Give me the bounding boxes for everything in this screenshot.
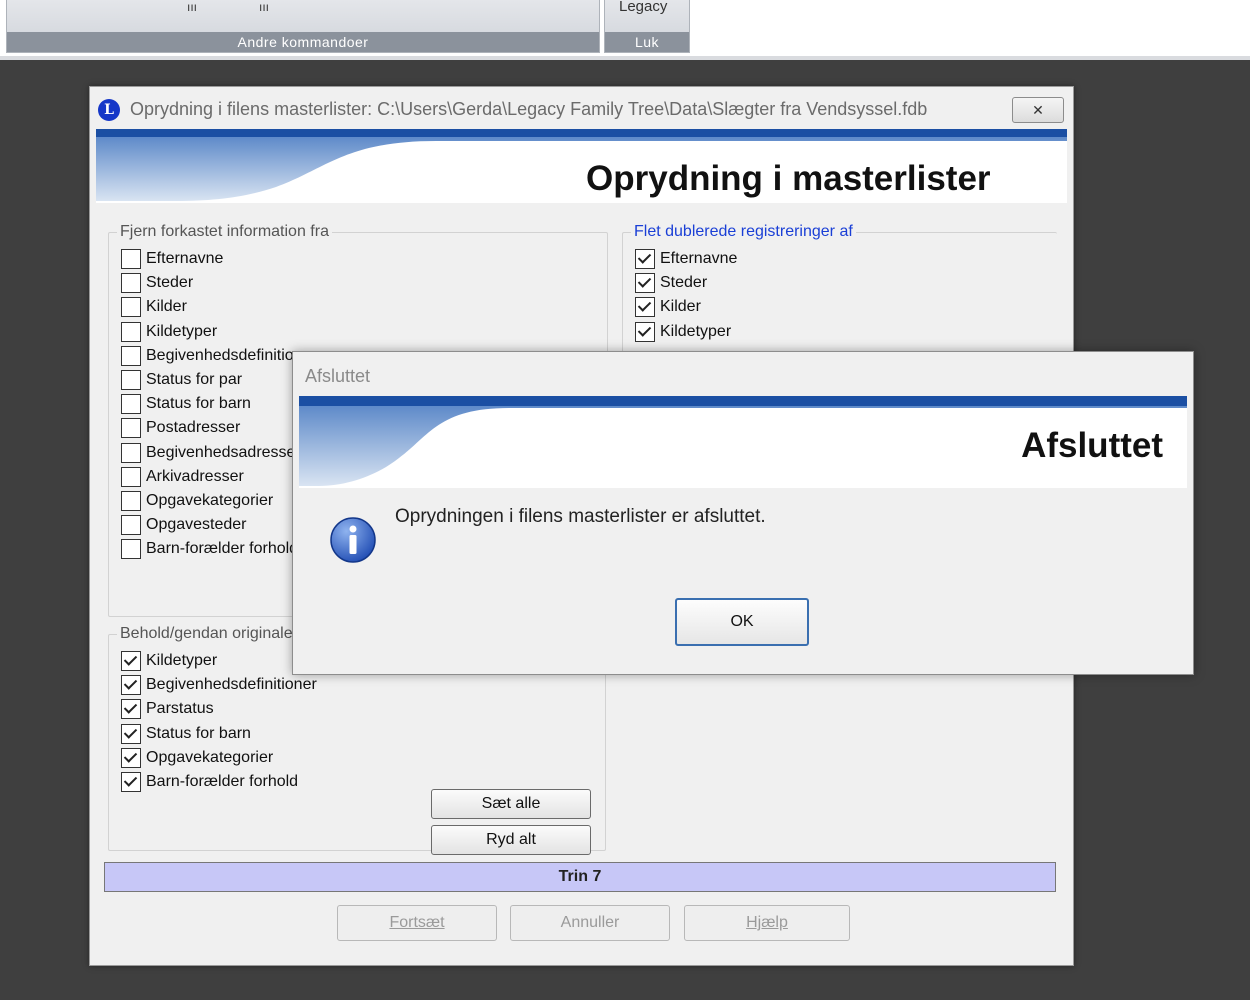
ribbon-fragment: ııı	[187, 0, 198, 14]
keep-checkbox[interactable]	[121, 747, 141, 768]
keep-option[interactable]: Parstatus	[121, 699, 214, 721]
keep-option[interactable]: Status for barn	[121, 723, 251, 746]
ok-button[interactable]: OK	[675, 598, 809, 646]
remove-option[interactable]: Begivenhedsadresser	[121, 442, 301, 465]
remove-checkbox[interactable]	[121, 273, 141, 294]
remove-option-label: Status for barn	[146, 395, 251, 413]
modal-message: Oprydningen i filens masterlister er afs…	[395, 506, 766, 527]
ribbon-fragment: ııı	[259, 0, 270, 14]
keep-checkbox[interactable]	[121, 675, 141, 696]
keep-option-label: Kildetyper	[146, 652, 218, 669]
remove-option[interactable]: Begivenhedsdefinitioner	[121, 345, 317, 368]
remove-option[interactable]: Kildetyper	[121, 321, 218, 344]
remove-option-label: Steder	[146, 274, 194, 292]
info-icon	[330, 517, 376, 563]
remove-option-label: Kilder	[146, 298, 187, 316]
keep-option-label: Parstatus	[146, 700, 214, 718]
set-all-button[interactable]: Sæt alle	[431, 789, 591, 819]
ribbon-group-label-other: Andre kommandoer	[7, 32, 599, 52]
remove-checkbox[interactable]	[121, 466, 141, 487]
merge-option-label: Efternavne	[660, 250, 738, 267]
legacy-app-icon: L	[98, 99, 120, 121]
clear-all-button[interactable]: Ryd alt	[431, 825, 591, 855]
dialog-title: Oprydning i filens masterlister: C:\User…	[130, 99, 928, 119]
remove-option-label: Kildetyper	[146, 322, 218, 340]
remove-checkbox[interactable]	[121, 249, 141, 269]
keep-option[interactable]: Begivenhedsdefinitioner	[121, 675, 317, 697]
remove-option[interactable]: Opgavekategorier	[121, 491, 273, 513]
remove-checkbox[interactable]	[121, 442, 141, 463]
merge-option[interactable]: Steder	[635, 273, 707, 295]
remove-option[interactable]: Arkivadresser	[121, 466, 244, 489]
merge-option-label: Kilder	[660, 298, 701, 316]
remove-option[interactable]: Postadresser	[121, 418, 240, 440]
keep-checkbox[interactable]	[121, 699, 141, 720]
remove-option-label: Arkivadresser	[146, 467, 244, 485]
keep-group-legend: Behold/gendan originaler	[120, 625, 298, 642]
help-button[interactable]: Hjælp	[684, 905, 850, 941]
keep-option-label: Begivenhedsdefinitioner	[146, 676, 317, 694]
keep-option[interactable]: Kildetyper	[121, 651, 217, 673]
ribbon-group-close[interactable]: Legacy Luk	[604, 0, 690, 53]
dialog-banner: Oprydning i masterlister	[96, 129, 1067, 203]
keep-checkbox[interactable]	[121, 651, 141, 671]
modal-title: Afsluttet	[305, 366, 371, 386]
modal-heading: Afsluttet	[1021, 426, 1163, 465]
remove-checkbox[interactable]	[121, 297, 141, 318]
remove-option-label: Begivenhedsadresser	[146, 443, 301, 461]
dialog-heading: Oprydning i masterlister	[586, 159, 991, 198]
ribbon-group-other: ııı ııı Andre kommandoer	[6, 0, 600, 53]
merge-checkbox[interactable]	[635, 321, 655, 342]
completed-modal: Afsluttet Afsluttet Oprydningen i filens…	[292, 351, 1194, 675]
continue-button[interactable]: Fortsæt	[337, 905, 497, 941]
remove-group-legend: Fjern forkastet information fra	[120, 223, 329, 240]
remove-checkbox[interactable]	[121, 515, 141, 536]
merge-checkbox[interactable]	[635, 273, 655, 294]
keep-option-label: Opgavekategorier	[146, 748, 274, 766]
merge-option-label: Kildetyper	[660, 322, 732, 340]
merge-option-label: Steder	[660, 274, 708, 292]
close-button[interactable]: ✕	[1012, 97, 1064, 123]
remove-checkbox[interactable]	[121, 345, 141, 366]
ribbon-group-label-close: Luk	[605, 32, 689, 52]
remove-option[interactable]: Efternavne	[121, 249, 223, 271]
ribbon: ııı ııı Andre kommandoer Legacy Luk	[0, 0, 1250, 60]
remove-option[interactable]: Status for par	[121, 370, 242, 392]
remove-checkbox[interactable]	[121, 321, 141, 342]
remove-checkbox[interactable]	[121, 418, 141, 439]
ribbon-bottom-border	[0, 56, 1250, 60]
merge-duplicates-group: Flet dublerede registreringer af Efterna…	[622, 223, 1057, 364]
cancel-button[interactable]: Annuller	[510, 905, 670, 941]
remove-option-label: Postadresser	[146, 419, 241, 437]
merge-checkbox[interactable]	[635, 297, 655, 318]
remove-option[interactable]: Opgavesteder	[121, 515, 247, 537]
keep-option[interactable]: Opgavekategorier	[121, 747, 274, 770]
modal-banner: Afsluttet	[299, 396, 1187, 488]
remove-option-label: Efternavne	[146, 250, 224, 267]
keep-checkbox[interactable]	[121, 772, 141, 792]
remove-option[interactable]: Barn-forælder forhold	[121, 539, 298, 561]
remove-checkbox[interactable]	[121, 370, 141, 390]
ribbon-legacy-fragment[interactable]: Legacy	[619, 0, 667, 15]
remove-option[interactable]: Status for barn	[121, 394, 251, 416]
remove-checkbox[interactable]	[121, 394, 141, 415]
merge-checkbox[interactable]	[635, 249, 655, 269]
remove-option[interactable]: Kilder	[121, 297, 187, 319]
remove-option-label: Opgavekategorier	[146, 492, 274, 509]
keep-option-label: Status for barn	[146, 724, 251, 742]
keep-checkbox[interactable]	[121, 723, 141, 744]
merge-option[interactable]: Kilder	[635, 297, 701, 319]
keep-option[interactable]: Barn-forælder forhold	[121, 772, 298, 794]
remove-option-label: Opgavesteder	[146, 516, 247, 534]
remove-checkbox[interactable]	[121, 539, 141, 560]
remove-option-label: Barn-forælder forhold	[146, 540, 299, 558]
merge-option[interactable]: Kildetyper	[635, 321, 732, 344]
keep-option-label: Barn-forælder forhold	[146, 773, 299, 790]
remove-option[interactable]: Steder	[121, 273, 193, 295]
remove-checkbox[interactable]	[121, 491, 141, 511]
step-indicator: Trin 7	[104, 862, 1056, 892]
merge-group-legend: Flet dublerede registreringer af	[634, 223, 853, 240]
merge-option[interactable]: Efternavne	[635, 249, 737, 271]
remove-option-label: Status for par	[146, 371, 243, 388]
